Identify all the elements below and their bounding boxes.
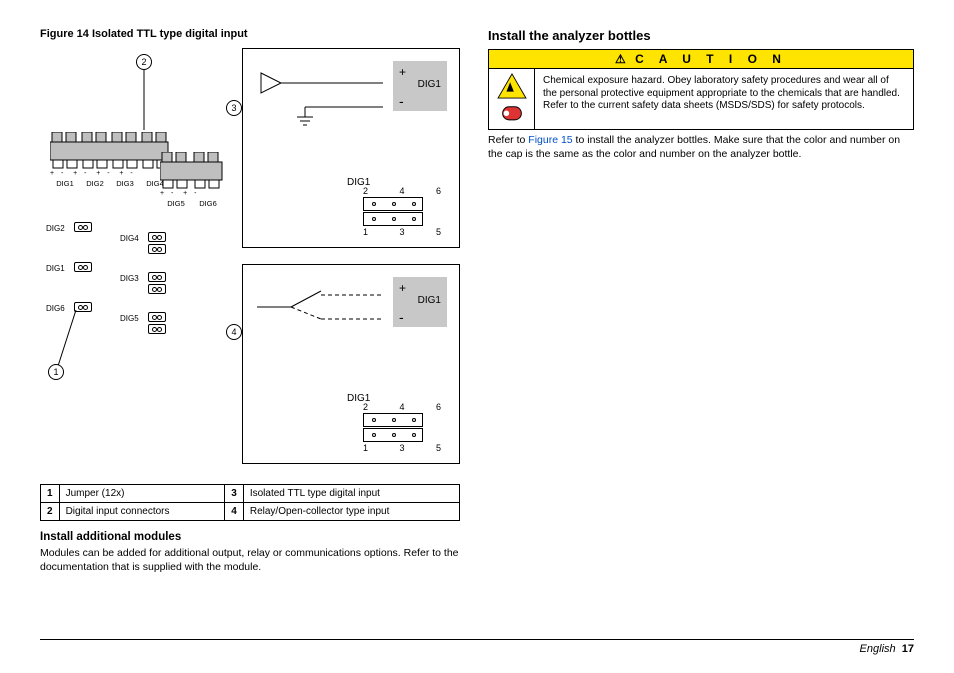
jumper-dig4-label: DIG4 <box>120 234 139 243</box>
legend-1-text: Jumper (12x) <box>59 485 225 503</box>
plus-label: + <box>399 65 406 79</box>
protective-equipment-icon <box>497 103 527 125</box>
jumper-dig1-label: DIG1 <box>46 264 65 273</box>
callout-4: 4 <box>226 324 242 340</box>
label-dig5: DIG5 <box>167 199 185 208</box>
jumper-dig5-label: DIG5 <box>120 314 139 323</box>
legend-4-text: Relay/Open-collector type input <box>243 503 459 521</box>
dig1-terminal-box-2: + - DIG1 <box>393 277 447 327</box>
caution-word: C A U T I O N <box>635 52 787 66</box>
dig1-terminal-box: + - DIG1 <box>393 61 447 111</box>
label-dig3: DIG3 <box>116 179 134 188</box>
legend-3-num: 3 <box>225 485 244 503</box>
jumper-dig1 <box>74 262 92 272</box>
polarity-row-2: + - + - <box>160 190 197 197</box>
jumper-dig4-b <box>148 244 166 254</box>
minus-label-2: - <box>399 309 404 325</box>
callout-3: 3 <box>226 100 242 116</box>
label-dig6: DIG6 <box>199 199 217 208</box>
install-bottles-heading: Install the analyzer bottles <box>488 28 914 43</box>
ttl-input-panel: + - DIG1 DIG1 2 4 6 1 3 5 <box>242 48 460 248</box>
jumper-dig5-b <box>148 324 166 334</box>
relay-schematic-icon <box>251 279 391 339</box>
conn-top-nums-2: 2 4 6 <box>363 402 447 412</box>
legend-1-num: 1 <box>41 485 60 503</box>
figure-legend-table: 1 Jumper (12x) 3 Isolated TTL type digit… <box>40 484 460 521</box>
ttl-schematic-icon <box>251 67 391 127</box>
legend-3-text: Isolated TTL type digital input <box>243 485 459 503</box>
caution-header: ⚠ C A U T I O N <box>489 50 913 69</box>
legend-2-num: 2 <box>41 503 60 521</box>
dig1-box-label-2: DIG1 <box>418 295 441 306</box>
callout-2: 2 <box>136 54 152 70</box>
polarity-row-1: + - + - + - + - <box>50 170 134 177</box>
plus-label-2: + <box>399 281 406 295</box>
conn-bot-nums-2: 1 3 5 <box>363 443 447 453</box>
refer-pre: Refer to <box>488 134 528 146</box>
legend-4-num: 4 <box>225 503 244 521</box>
legend-2-text: Digital input connectors <box>59 503 225 521</box>
jumper-dig4-a <box>148 232 166 242</box>
connector-grid-top: 2 4 6 1 3 5 <box>363 186 447 237</box>
conn-top-nums: 2 4 6 <box>363 186 447 196</box>
page-footer: English 17 <box>40 639 914 655</box>
label-dig1: DIG1 <box>56 179 74 188</box>
install-modules-heading: Install additional modules <box>40 531 460 543</box>
jumper-dig5-a <box>148 312 166 322</box>
caution-box: ⚠ C A U T I O N Chemical exposure hazard… <box>488 49 914 130</box>
conn-bot-nums: 1 3 5 <box>363 227 447 237</box>
terminal-block-5-6 <box>160 152 224 192</box>
chemical-hazard-icon <box>497 73 527 99</box>
terminal-block-1-4 <box>50 132 170 172</box>
warning-triangle-icon: ⚠ <box>615 52 626 66</box>
dig1-box-label: DIG1 <box>418 79 441 90</box>
callout-1: 1 <box>48 364 64 380</box>
jumper-dig3-b <box>148 284 166 294</box>
jumper-dig2-label: DIG2 <box>46 224 65 233</box>
install-bottles-paragraph: Refer to Figure 15 to install the analyz… <box>488 134 914 161</box>
label-dig2: DIG2 <box>86 179 104 188</box>
figure-15-link[interactable]: Figure 15 <box>528 134 572 146</box>
install-modules-paragraph: Modules can be added for additional outp… <box>40 547 460 574</box>
minus-label: - <box>399 93 404 109</box>
figure-14-diagram: 2 <box>40 48 460 476</box>
figure-caption: Figure 14 Isolated TTL type digital inpu… <box>40 28 460 40</box>
relay-input-panel: + - DIG1 DIG1 2 4 6 1 3 5 <box>242 264 460 464</box>
jumper-dig2 <box>74 222 92 232</box>
jumper-dig3-label: DIG3 <box>120 274 139 283</box>
footer-language: English <box>860 643 896 655</box>
footer-page-number: 17 <box>902 643 914 655</box>
jumper-dig3-a <box>148 272 166 282</box>
connector-grid-bot: 2 4 6 1 3 5 <box>363 402 447 453</box>
caution-text: Chemical exposure hazard. Obey laborator… <box>535 69 913 129</box>
